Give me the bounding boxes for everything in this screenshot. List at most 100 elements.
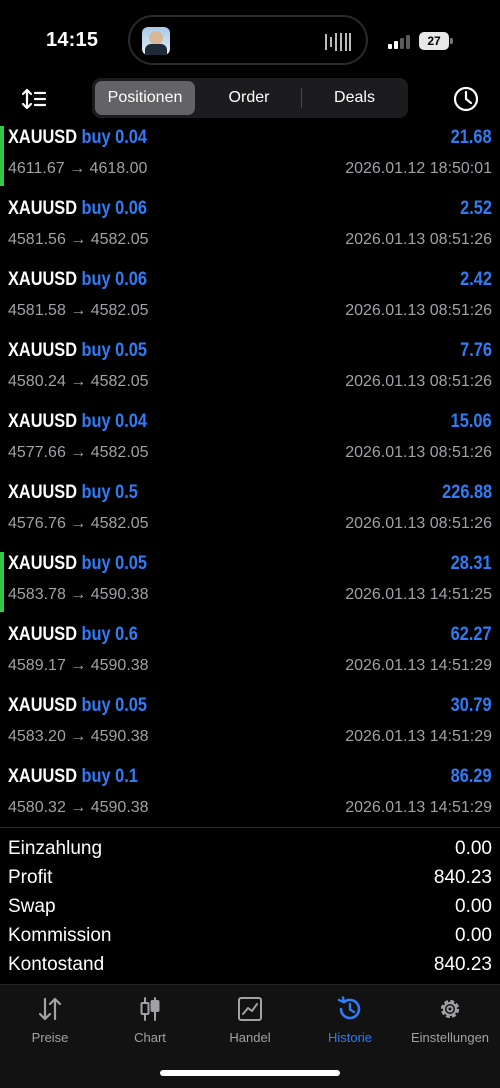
position-date: 2026.01.13 14:51:25 xyxy=(345,586,492,603)
trade-chart-icon xyxy=(238,997,262,1021)
position-profit: 15.06 xyxy=(451,411,492,432)
position-profit: 2.42 xyxy=(460,269,492,290)
position-date: 2026.01.13 14:51:29 xyxy=(345,728,492,745)
summary-value: 840.23 xyxy=(433,954,492,975)
position-profit: 7.76 xyxy=(460,340,492,361)
position-price: 4577.66 → 4582.05 xyxy=(8,444,149,461)
position-date: 2026.01.13 08:51:26 xyxy=(345,231,492,248)
history-toolbar: Positionen Order Deals xyxy=(0,78,500,120)
tab-label: Preise xyxy=(31,1030,69,1045)
position-symbol: XAUUSD buy 0.04 xyxy=(8,411,147,432)
history-icon xyxy=(337,996,361,1020)
position-side: buy 0.1 xyxy=(81,766,138,787)
position-date: 2026.01.13 08:51:26 xyxy=(345,373,492,390)
position-side: buy 0.04 xyxy=(81,127,147,148)
tab-label: Handel xyxy=(229,1030,271,1045)
position-profit: 2.52 xyxy=(460,198,492,219)
position-row[interactable]: XAUUSD buy 0.05 30.79 4583.20 → 4590.38 … xyxy=(0,692,500,763)
position-row[interactable]: XAUUSD buy 0.1 86.29 4580.32 → 4590.38 2… xyxy=(0,763,500,834)
summary-row-deposit: Einzahlung 0.00 xyxy=(0,836,500,865)
position-profit: 226.88 xyxy=(442,482,492,503)
summary-label: Profit xyxy=(8,867,53,888)
position-symbol: XAUUSD buy 0.1 xyxy=(8,766,138,787)
tab-chart[interactable]: Chart xyxy=(100,995,200,1045)
position-side: buy 0.6 xyxy=(81,624,138,645)
position-price: 4581.58 → 4582.05 xyxy=(8,302,149,319)
position-symbol: XAUUSD buy 0.05 xyxy=(8,695,147,716)
position-price: 4583.20 → 4590.38 xyxy=(8,728,149,745)
position-side: buy 0.06 xyxy=(81,198,147,219)
home-indicator[interactable] xyxy=(160,1070,340,1076)
position-row[interactable]: XAUUSD buy 0.05 7.76 4580.24 → 4582.05 2… xyxy=(0,337,500,408)
tab-preise[interactable]: Preise xyxy=(0,995,100,1045)
sort-icon[interactable] xyxy=(20,85,48,113)
position-symbol: XAUUSD buy 0.5 xyxy=(8,482,138,503)
audio-waveform-icon xyxy=(325,33,351,51)
position-date: 2026.01.13 14:51:29 xyxy=(345,799,492,816)
battery-icon: 27 xyxy=(419,32,453,50)
position-side: buy 0.05 xyxy=(81,695,147,716)
position-highlight-bar xyxy=(0,552,4,612)
position-price: 4583.78 → 4590.38 xyxy=(8,586,149,603)
gear-icon xyxy=(440,999,460,1019)
position-side: buy 0.05 xyxy=(81,340,147,361)
position-side: buy 0.5 xyxy=(81,482,138,503)
position-symbol: XAUUSD buy 0.6 xyxy=(8,624,138,645)
segment-divider xyxy=(301,88,302,108)
account-summary: Einzahlung 0.00 Profit 840.23 Swap 0.00 … xyxy=(0,827,500,981)
tab-label: Chart xyxy=(134,1030,166,1045)
position-side: buy 0.06 xyxy=(81,269,147,290)
position-price: 4580.32 → 4590.38 xyxy=(8,799,149,816)
position-profit: 62.27 xyxy=(451,624,492,645)
position-date: 2026.01.13 08:51:26 xyxy=(345,444,492,461)
position-date: 2026.01.13 08:51:26 xyxy=(345,302,492,319)
position-highlight-bar xyxy=(0,126,4,186)
position-row[interactable]: XAUUSD buy 0.6 62.27 4589.17 → 4590.38 2… xyxy=(0,621,500,692)
tab-historie[interactable]: Historie xyxy=(300,995,400,1045)
position-price: 4611.67 → 4618.00 xyxy=(8,160,148,177)
clock-icon[interactable] xyxy=(451,84,481,114)
position-profit: 21.68 xyxy=(451,127,492,148)
position-price: 4580.24 → 4582.05 xyxy=(8,373,149,390)
position-profit: 30.79 xyxy=(451,695,492,716)
position-row[interactable]: XAUUSD buy 0.06 2.42 4581.58 → 4582.05 2… xyxy=(0,266,500,337)
position-price: 4581.56 → 4582.05 xyxy=(8,231,149,248)
summary-value: 0.00 xyxy=(455,925,492,946)
tab-order[interactable]: Order xyxy=(198,81,300,115)
status-time: 14:15 xyxy=(46,29,99,51)
summary-label: Swap xyxy=(8,896,56,917)
tab-einstellungen[interactable]: Einstellungen xyxy=(400,995,500,1045)
tab-label: Einstellungen xyxy=(410,1030,490,1045)
position-symbol: XAUUSD buy 0.05 xyxy=(8,340,147,361)
tab-handel[interactable]: Handel xyxy=(200,995,300,1045)
cellular-signal-icon xyxy=(388,35,410,49)
summary-value: 840.23 xyxy=(433,867,492,888)
summary-row-swap: Swap 0.00 xyxy=(0,894,500,923)
position-row[interactable]: XAUUSD buy 0.04 21.68 4611.67 → 4618.00 … xyxy=(0,124,500,195)
position-date: 2026.01.13 14:51:29 xyxy=(345,657,492,674)
position-row[interactable]: XAUUSD buy 0.04 15.06 4577.66 → 4582.05 … xyxy=(0,408,500,479)
position-symbol: XAUUSD buy 0.05 xyxy=(8,553,147,574)
battery-level: 27 xyxy=(419,32,449,50)
position-price: 4576.76 → 4582.05 xyxy=(8,515,149,532)
now-playing-artwork xyxy=(142,27,170,55)
position-symbol: XAUUSD buy 0.06 xyxy=(8,198,147,219)
tab-positionen[interactable]: Positionen xyxy=(95,81,195,115)
tab-label: Historie xyxy=(327,1030,373,1045)
position-symbol: XAUUSD buy 0.04 xyxy=(8,127,147,148)
position-row[interactable]: XAUUSD buy 0.05 28.31 4583.78 → 4590.38 … xyxy=(0,550,500,621)
summary-label: Einzahlung xyxy=(8,838,103,859)
summary-row-balance: Kontostand 840.23 xyxy=(0,952,500,981)
tab-deals[interactable]: Deals xyxy=(304,81,405,115)
position-profit: 28.31 xyxy=(451,553,492,574)
segmented-control: Positionen Order Deals xyxy=(92,78,408,118)
position-row[interactable]: XAUUSD buy 0.5 226.88 4576.76 → 4582.05 … xyxy=(0,479,500,550)
dynamic-island[interactable] xyxy=(128,15,368,65)
status-bar: 14:15 27 xyxy=(0,0,500,80)
position-side: buy 0.05 xyxy=(81,553,147,574)
summary-label: Kontostand xyxy=(8,954,105,975)
position-price: 4589.17 → 4590.38 xyxy=(8,657,149,674)
position-side: buy 0.04 xyxy=(81,411,147,432)
quotes-icon xyxy=(38,997,62,1021)
position-row[interactable]: XAUUSD buy 0.06 2.52 4581.56 → 4582.05 2… xyxy=(0,195,500,266)
